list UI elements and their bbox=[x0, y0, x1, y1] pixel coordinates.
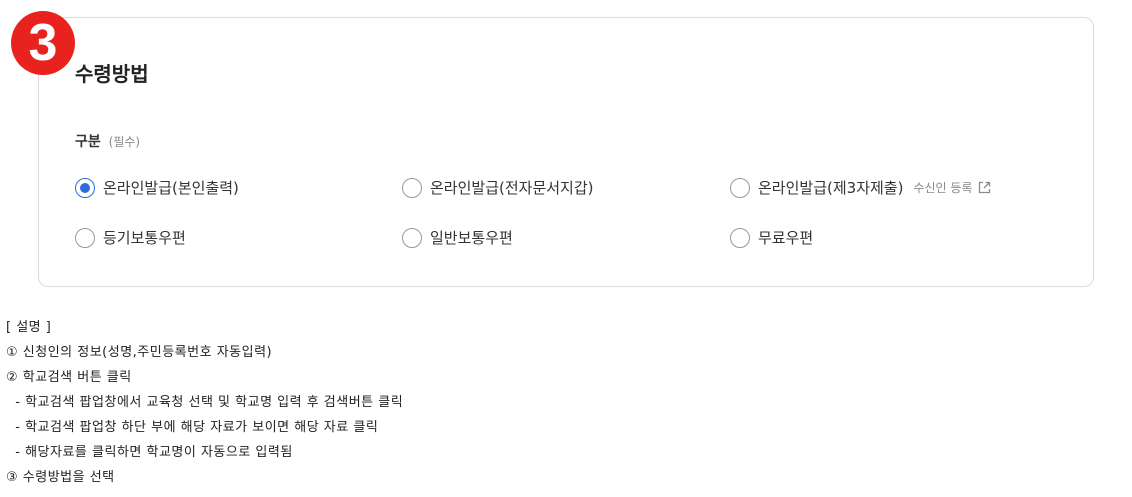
external-link-icon bbox=[979, 181, 991, 194]
radio-circle-checked[interactable] bbox=[75, 177, 95, 198]
field-label-text: 구분 bbox=[75, 134, 101, 150]
radio-regular-mail[interactable]: 일반보통우편 bbox=[402, 227, 513, 248]
description-line: - 해당자료를 클릭하면 학교명이 자동으로 입력됨 bbox=[6, 445, 293, 460]
radio-label: 등기보통우편 bbox=[103, 229, 186, 247]
radio-free-mail[interactable]: 무료우편 bbox=[730, 227, 813, 248]
description-line: - 학교검색 팝업창 하단 부에 해당 자료가 보이면 해당 자료 클릭 bbox=[6, 420, 379, 435]
field-label: 구분 (필수) bbox=[75, 131, 140, 151]
step-3-badge: 3 bbox=[11, 11, 75, 75]
radio-online-e-wallet[interactable]: 온라인발급(전자문서지갑) bbox=[402, 177, 594, 198]
description-line: - 학교검색 팝업창에서 교육청 선택 및 학교명 입력 후 검색버튼 클릭 bbox=[6, 395, 404, 410]
radio-label: 일반보통우편 bbox=[430, 229, 513, 247]
radio-circle[interactable] bbox=[75, 227, 95, 248]
radio-registered-mail[interactable]: 등기보통우편 bbox=[75, 227, 186, 248]
radio-circle[interactable] bbox=[730, 177, 750, 198]
recipient-register-link[interactable]: 수신인 등록 bbox=[913, 179, 991, 196]
radio-label: 무료우편 bbox=[758, 229, 814, 247]
description-line: ③ 수령방법을 선택 bbox=[6, 470, 115, 485]
receipt-method-card bbox=[38, 17, 1094, 287]
radio-label: 온라인발급(본인출력) bbox=[103, 179, 239, 197]
radio-circle[interactable] bbox=[402, 177, 422, 198]
radio-online-third-party[interactable]: 온라인발급(제3자제출) 수신인 등록 bbox=[730, 177, 991, 198]
radio-circle[interactable] bbox=[402, 227, 422, 248]
section-title: 수령방법 bbox=[75, 62, 149, 86]
description-line: ② 학교검색 버튼 클릭 bbox=[6, 370, 132, 385]
radio-label: 온라인발급(제3자제출) bbox=[758, 179, 904, 197]
radio-label: 온라인발급(전자문서지갑) bbox=[430, 179, 594, 197]
required-marker: (필수) bbox=[108, 135, 141, 149]
radio-online-self-print[interactable]: 온라인발급(본인출력) bbox=[75, 177, 239, 198]
description-heading: [ 설명 ] bbox=[6, 320, 52, 335]
recipient-register-label: 수신인 등록 bbox=[913, 181, 973, 195]
description-line: ① 신청인의 정보(성명,주민등록번호 자동입력) bbox=[6, 345, 273, 360]
description-block: [ 설명 ] ① 신청인의 정보(성명,주민등록번호 자동입력) ② 학교검색 … bbox=[6, 315, 403, 490]
radio-circle[interactable] bbox=[730, 227, 750, 248]
